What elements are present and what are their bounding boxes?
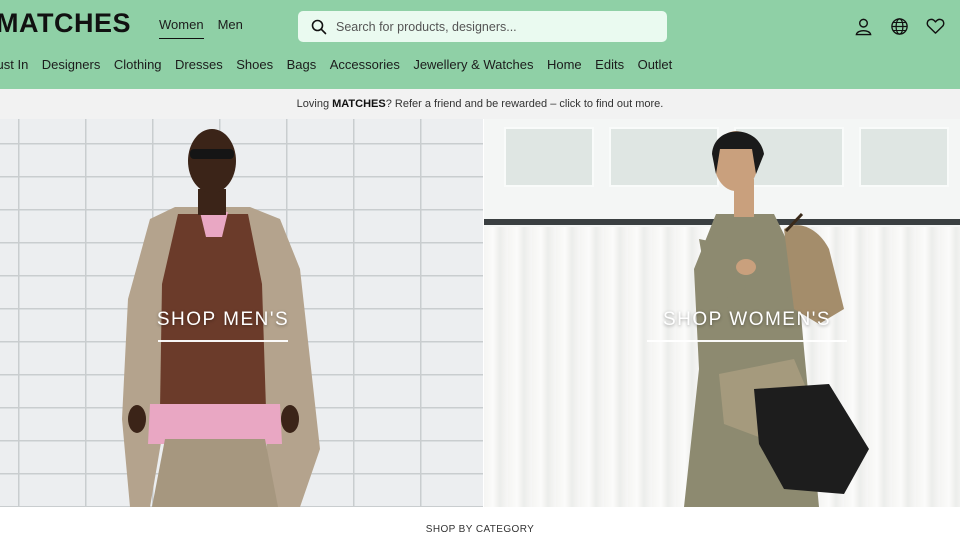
nav-edits[interactable]: Edits	[595, 57, 624, 72]
hero-men-panel[interactable]: SHOP MEN'S	[0, 119, 483, 507]
promo-prefix: Loving	[296, 98, 333, 110]
globe-icon[interactable]	[889, 16, 909, 36]
account-icon[interactable]	[853, 16, 873, 36]
header-icons	[853, 16, 945, 36]
tab-women[interactable]: Women	[159, 17, 204, 39]
shop-womens-cta[interactable]: SHOP WOMEN'S	[632, 309, 862, 342]
hero-women-panel[interactable]: SHOP WOMEN'S	[484, 119, 960, 507]
shop-by-category-heading: SHOP BY CATEGORY	[425, 524, 535, 535]
tab-men[interactable]: Men	[218, 17, 243, 39]
gender-tabs: Women Men	[159, 17, 243, 39]
nav-designers[interactable]: Designers	[42, 57, 101, 72]
shop-mens-label: SHOP MEN'S	[156, 309, 290, 330]
shop-mens-underline	[158, 340, 288, 342]
shop-womens-underline	[647, 340, 847, 342]
nav-accessories[interactable]: Accessories	[330, 57, 400, 72]
main-nav: Just In Designers Clothing Dresses Shoes…	[0, 57, 686, 72]
site-logo[interactable]: MATCHES	[0, 8, 131, 39]
nav-shoes[interactable]: Shoes	[236, 57, 273, 72]
nav-home[interactable]: Home	[547, 57, 582, 72]
site-header: MATCHES Women Men Just In Designers Clot…	[0, 0, 960, 89]
nav-bags[interactable]: Bags	[287, 57, 317, 72]
wishlist-heart-icon[interactable]	[925, 16, 945, 36]
search-input[interactable]	[336, 19, 636, 34]
shop-womens-label: SHOP WOMEN'S	[662, 309, 831, 330]
nav-jewellery-watches[interactable]: Jewellery & Watches	[413, 57, 533, 72]
nav-clothing[interactable]: Clothing	[114, 57, 162, 72]
nav-dresses[interactable]: Dresses	[175, 57, 223, 72]
shop-mens-cta[interactable]: SHOP MEN'S	[128, 309, 318, 342]
promo-suffix: ? Refer a friend and be rewarded – click…	[385, 98, 664, 110]
nav-just-in[interactable]: Just In	[0, 57, 28, 72]
promo-brand: MATCHES	[332, 98, 386, 110]
search-bar[interactable]	[298, 11, 667, 42]
referral-promo-banner[interactable]: Loving MATCHES? Refer a friend and be re…	[0, 89, 960, 119]
nav-outlet[interactable]: Outlet	[638, 57, 673, 72]
search-icon[interactable]	[310, 18, 328, 36]
